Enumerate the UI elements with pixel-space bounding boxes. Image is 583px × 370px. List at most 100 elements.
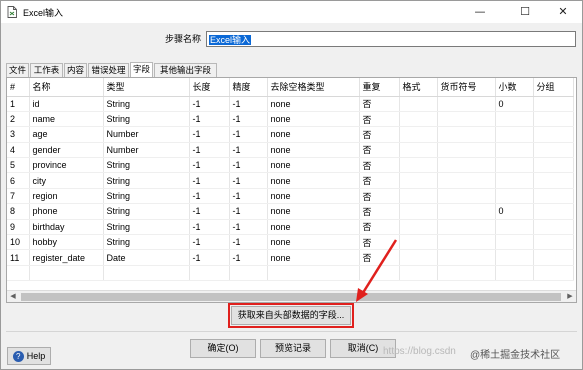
table-cell[interactable]: none [267,157,360,174]
table-cell[interactable]: -1 [229,172,268,189]
step-name-input[interactable]: Excel输入 [206,31,576,47]
table-cell[interactable]: 4 [7,142,30,159]
table-cell[interactable] [437,96,496,112]
table-cell[interactable]: -1 [189,96,230,112]
table-cell[interactable]: -1 [229,234,268,251]
table-cell[interactable] [533,219,574,236]
table-cell[interactable]: hobby [29,234,104,251]
table-cell[interactable]: -1 [189,142,230,159]
column-header[interactable]: 小数 [495,78,534,97]
table-cell[interactable]: -1 [189,234,230,251]
table-cell[interactable]: 11 [7,249,30,266]
table-cell[interactable]: -1 [189,203,230,220]
table-cell[interactable] [399,234,438,251]
table-cell[interactable] [533,249,574,266]
table-cell[interactable]: none [267,219,360,236]
table-cell[interactable]: name [29,111,104,128]
table-cell[interactable] [533,111,574,128]
table-cell[interactable]: register_date [29,249,104,266]
table-cell[interactable] [399,142,438,159]
table-cell[interactable]: Date [103,249,190,266]
table-cell[interactable]: none [267,126,360,143]
table-cell[interactable] [533,142,574,159]
table-cell[interactable] [533,234,574,251]
table-cell[interactable] [399,249,438,266]
table-cell[interactable] [399,157,438,174]
tab-fields[interactable]: 字段 [130,62,153,77]
table-cell[interactable]: 否 [359,157,400,174]
table-cell[interactable]: 9 [7,219,30,236]
table-cell[interactable] [533,157,574,174]
table-cell[interactable]: -1 [229,142,268,159]
table-cell[interactable]: -1 [189,249,230,266]
table-cell[interactable] [495,249,534,266]
table-row[interactable]: 6 city String -1 -1 none 否 [7,172,574,189]
table-cell[interactable]: -1 [189,157,230,174]
scroll-right-icon[interactable]: ▶ [564,291,576,302]
table-cell[interactable] [437,188,496,205]
table-cell[interactable] [437,219,496,236]
table-cell[interactable] [437,111,496,128]
table-cell[interactable]: -1 [189,126,230,143]
table-cell[interactable]: gender [29,142,104,159]
table-row[interactable]: 7 region String -1 -1 none 否 [7,188,574,205]
table-cell[interactable]: Number [103,126,190,143]
tab-file[interactable]: 文件 [6,63,29,77]
close-button[interactable]: ✕ [544,1,582,23]
table-cell[interactable] [399,126,438,143]
horizontal-scrollbar[interactable]: ◀ ▶ [7,290,576,302]
table-cell[interactable] [437,249,496,266]
preview-button[interactable]: 预览记录 [260,339,326,358]
table-cell[interactable]: -1 [229,203,268,220]
table-cell[interactable]: none [267,142,360,159]
table-cell[interactable]: String [103,234,190,251]
table-cell[interactable]: none [267,172,360,189]
table-cell[interactable]: 0 [495,203,534,220]
table-cell[interactable] [437,157,496,174]
table-cell[interactable]: String [103,172,190,189]
tab-content[interactable]: 内容 [64,63,87,77]
table-cell[interactable] [437,126,496,143]
table-cell[interactable]: 否 [359,142,400,159]
get-fields-from-header-button[interactable]: 获取来自头部数据的字段... [228,303,354,328]
maximize-button[interactable]: ☐ [506,1,544,23]
table-cell[interactable]: String [103,96,190,112]
table-cell[interactable]: none [267,111,360,128]
table-cell[interactable]: none [267,203,360,220]
table-cell[interactable]: 否 [359,219,400,236]
table-row[interactable]: 10 hobby String -1 -1 none 否 [7,234,574,251]
table-cell[interactable] [399,188,438,205]
table-cell[interactable]: none [267,188,360,205]
table-cell[interactable]: String [103,188,190,205]
table-cell[interactable]: 8 [7,203,30,220]
column-header[interactable]: 精度 [229,78,268,97]
table-cell[interactable]: -1 [229,96,268,112]
table-cell[interactable] [399,203,438,220]
table-cell[interactable] [533,126,574,143]
table-cell[interactable]: 10 [7,234,30,251]
table-cell[interactable]: 否 [359,172,400,189]
table-row[interactable]: 5 province String -1 -1 none 否 [7,157,574,174]
column-header[interactable]: 分组 [533,78,574,97]
table-row[interactable]: 9 birthday String -1 -1 none 否 [7,219,574,236]
table-cell[interactable]: -1 [229,188,268,205]
scrollbar-thumb[interactable] [21,293,561,301]
table-cell[interactable]: 否 [359,203,400,220]
table-cell[interactable]: -1 [189,172,230,189]
table-cell[interactable]: 否 [359,96,400,112]
table-cell[interactable]: 7 [7,188,30,205]
table-cell[interactable]: 否 [359,126,400,143]
table-cell[interactable]: none [267,96,360,112]
table-cell[interactable] [495,111,534,128]
table-cell[interactable]: birthday [29,219,104,236]
table-row[interactable]: 11 register_date Date -1 -1 none 否 [7,249,574,266]
table-cell[interactable]: -1 [229,126,268,143]
table-cell[interactable]: String [103,157,190,174]
table-cell[interactable]: none [267,249,360,266]
table-row[interactable]: 8 phone String -1 -1 none 否 0 [7,203,574,220]
table-cell[interactable]: 否 [359,234,400,251]
table-cell[interactable] [495,188,534,205]
column-header[interactable]: 名称 [29,78,104,97]
table-cell[interactable] [533,188,574,205]
table-cell[interactable]: -1 [229,219,268,236]
